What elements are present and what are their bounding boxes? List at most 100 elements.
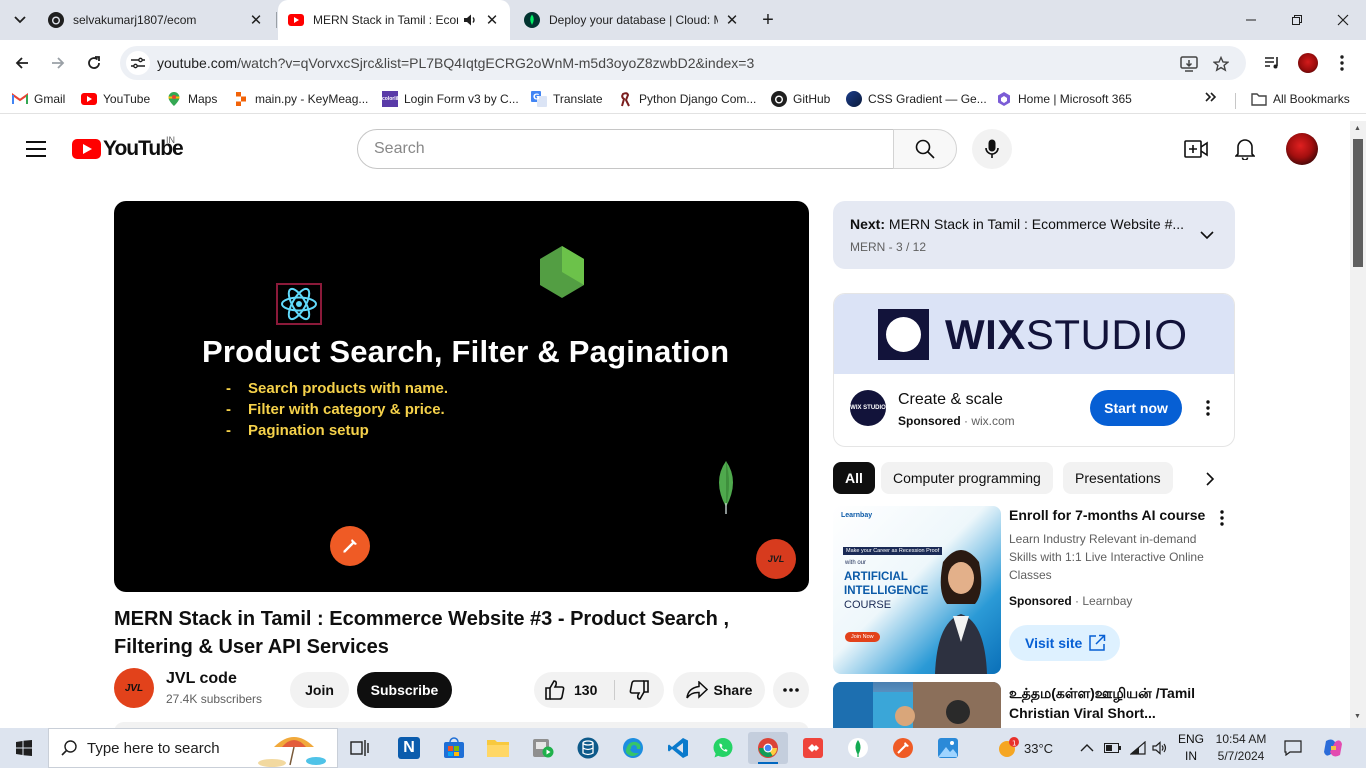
ad-title[interactable]: Enroll for 7-months AI course [1009,507,1205,523]
speaker-icon[interactable] [462,12,478,28]
browser-toolbar: youtube.com/watch?v=qVorvxcSjrc&list=PL7… [0,40,1366,86]
tab-github-ecom[interactable]: selvakumarj1807/ecom ✕ [38,0,274,40]
network-indicator[interactable] [1130,728,1146,768]
new-tab-button[interactable]: + [756,6,780,34]
page-scrollbar[interactable]: ▲ ▼ [1350,121,1366,728]
install-app-icon[interactable] [1178,53,1200,75]
like-button[interactable]: 130 [534,672,614,708]
address-bar[interactable]: youtube.com/watch?v=qVorvxcSjrc&list=PL7… [120,46,1246,80]
taskbar-app-photos[interactable] [928,732,968,764]
recommendation-thumbnail[interactable] [833,682,1001,728]
bookmark-css-gradient[interactable]: CSS Gradient — Ge... [846,91,987,107]
tab-search-button[interactable] [6,6,34,34]
taskbar-app-postman[interactable] [883,732,923,764]
voice-search-button[interactable] [972,129,1012,169]
more-actions-button[interactable] [773,672,809,708]
channel-watermark[interactable]: JVL [756,539,796,579]
dislike-button[interactable] [614,672,664,708]
taskbar-app-edge[interactable] [613,732,653,764]
notifications-center[interactable] [1284,728,1302,768]
youtube-icon [81,91,97,107]
chip-all[interactable]: All [833,462,875,494]
taskbar-app-vscode[interactable] [658,732,698,764]
join-button[interactable]: Join [290,672,349,708]
scroll-down-icon[interactable]: ▼ [1354,713,1361,720]
tab-mongodb[interactable]: Deploy your database | Cloud: M ✕ [514,0,750,40]
bookmark-star-icon[interactable] [1210,53,1232,75]
close-window-button[interactable] [1320,0,1366,40]
restore-button[interactable] [1274,0,1320,40]
back-button[interactable] [8,49,36,77]
taskbar-app-anydesk[interactable] [793,732,833,764]
channel-name[interactable]: JVL code [166,670,237,688]
system-clock[interactable]: 10:54 AM 5/7/2024 [1210,731,1272,765]
recommendation-title[interactable]: உத்தம(கள்ள)ஊழியன் /Tamil Christian Viral… [1009,683,1209,723]
bookmark-replit[interactable]: main.py - KeyMeag... [233,91,368,107]
search-button[interactable] [893,129,957,169]
ad-card-wix[interactable]: WIXSTUDIO WIX STUDIO Create & scale Spon… [833,293,1235,447]
ad-menu-button[interactable] [1212,508,1232,528]
visit-site-button[interactable]: Visit site [1009,625,1120,661]
channel-avatar[interactable]: JVL [114,668,154,708]
forward-button[interactable] [44,49,72,77]
ad-thumbnail-learnbay[interactable]: Learnbay Make your Career as Recession P… [833,506,1001,674]
chevron-down-icon[interactable] [1197,225,1217,245]
taskbar-app-chrome[interactable] [748,732,788,764]
chevron-up-icon [1080,744,1094,752]
anydesk-icon [803,738,823,758]
bookmark-maps[interactable]: Maps [166,91,217,107]
share-button[interactable]: Share [673,672,765,708]
profile-button[interactable] [1296,51,1320,75]
chip-presentations[interactable]: Presentations [1063,462,1173,494]
copilot-button[interactable] [1322,728,1344,768]
close-icon[interactable]: ✕ [724,11,740,29]
scrollbar-thumb[interactable] [1353,139,1363,267]
bookmark-translate[interactable]: G Translate [531,91,603,107]
taskbar-app-file-explorer[interactable] [478,732,518,764]
close-icon[interactable]: ✕ [248,11,264,29]
chevron-right-icon[interactable] [1200,469,1220,489]
volume-indicator[interactable] [1152,728,1168,768]
bookmark-django[interactable]: Python Django Com... [617,91,756,107]
taskbar-app-store[interactable] [434,732,474,764]
weather-widget[interactable]: 1 33°C [996,728,1053,768]
minimize-button[interactable] [1228,0,1274,40]
taskbar-app-database[interactable] [568,732,608,764]
taskbar-app-media[interactable] [523,732,563,764]
more-bookmarks-button[interactable] [1205,91,1217,103]
guide-menu-button[interactable] [26,141,46,157]
site-info-icon[interactable] [126,51,150,75]
url-text[interactable]: youtube.com/watch?v=qVorvxcSjrc&list=PL7… [157,55,754,71]
taskbar-app-whatsapp[interactable] [703,732,743,764]
taskbar-app-notion[interactable]: N [389,732,429,764]
start-now-button[interactable]: Start now [1090,390,1182,426]
taskbar-search-box[interactable]: Type here to search [48,728,338,768]
ad-menu-button[interactable] [1198,398,1218,418]
media-controls-icon[interactable] [1260,51,1284,75]
all-bookmarks-button[interactable]: All Bookmarks [1251,91,1350,107]
tab-youtube-mern[interactable]: MERN Stack in Tamil : Ecom ✕ [278,0,510,40]
battery-indicator[interactable] [1104,728,1122,768]
input-language[interactable]: ENG IN [1176,731,1206,765]
chip-computer-programming[interactable]: Computer programming [881,462,1053,494]
video-player[interactable]: Product Search, Filter & Pagination - Sea… [114,201,809,592]
bookmark-youtube[interactable]: YouTube [81,91,150,107]
subscribe-button[interactable]: Subscribe [357,672,452,708]
taskbar-app-mongodb-compass[interactable] [838,732,878,764]
task-view-button[interactable] [340,732,380,764]
bookmark-microsoft-365[interactable]: Home | Microsoft 365 [996,91,1132,107]
scroll-up-icon[interactable]: ▲ [1354,125,1361,132]
start-button[interactable] [0,728,48,768]
create-button[interactable] [1184,137,1208,161]
notifications-button[interactable] [1233,137,1257,161]
search-input[interactable]: Search [357,129,894,169]
close-icon[interactable]: ✕ [484,11,500,29]
bookmark-gmail[interactable]: Gmail [12,91,65,107]
bookmark-colorlib[interactable]: colorlib Login Form v3 by C... [382,91,519,107]
account-avatar[interactable] [1286,133,1318,165]
bookmark-github[interactable]: GitHub [771,91,830,107]
reload-button[interactable] [80,49,108,77]
show-hidden-icons[interactable] [1080,728,1094,768]
playlist-panel-collapsed[interactable]: Next: MERN Stack in Tamil : Ecommerce We… [833,201,1235,269]
chrome-menu-button[interactable] [1330,51,1354,75]
